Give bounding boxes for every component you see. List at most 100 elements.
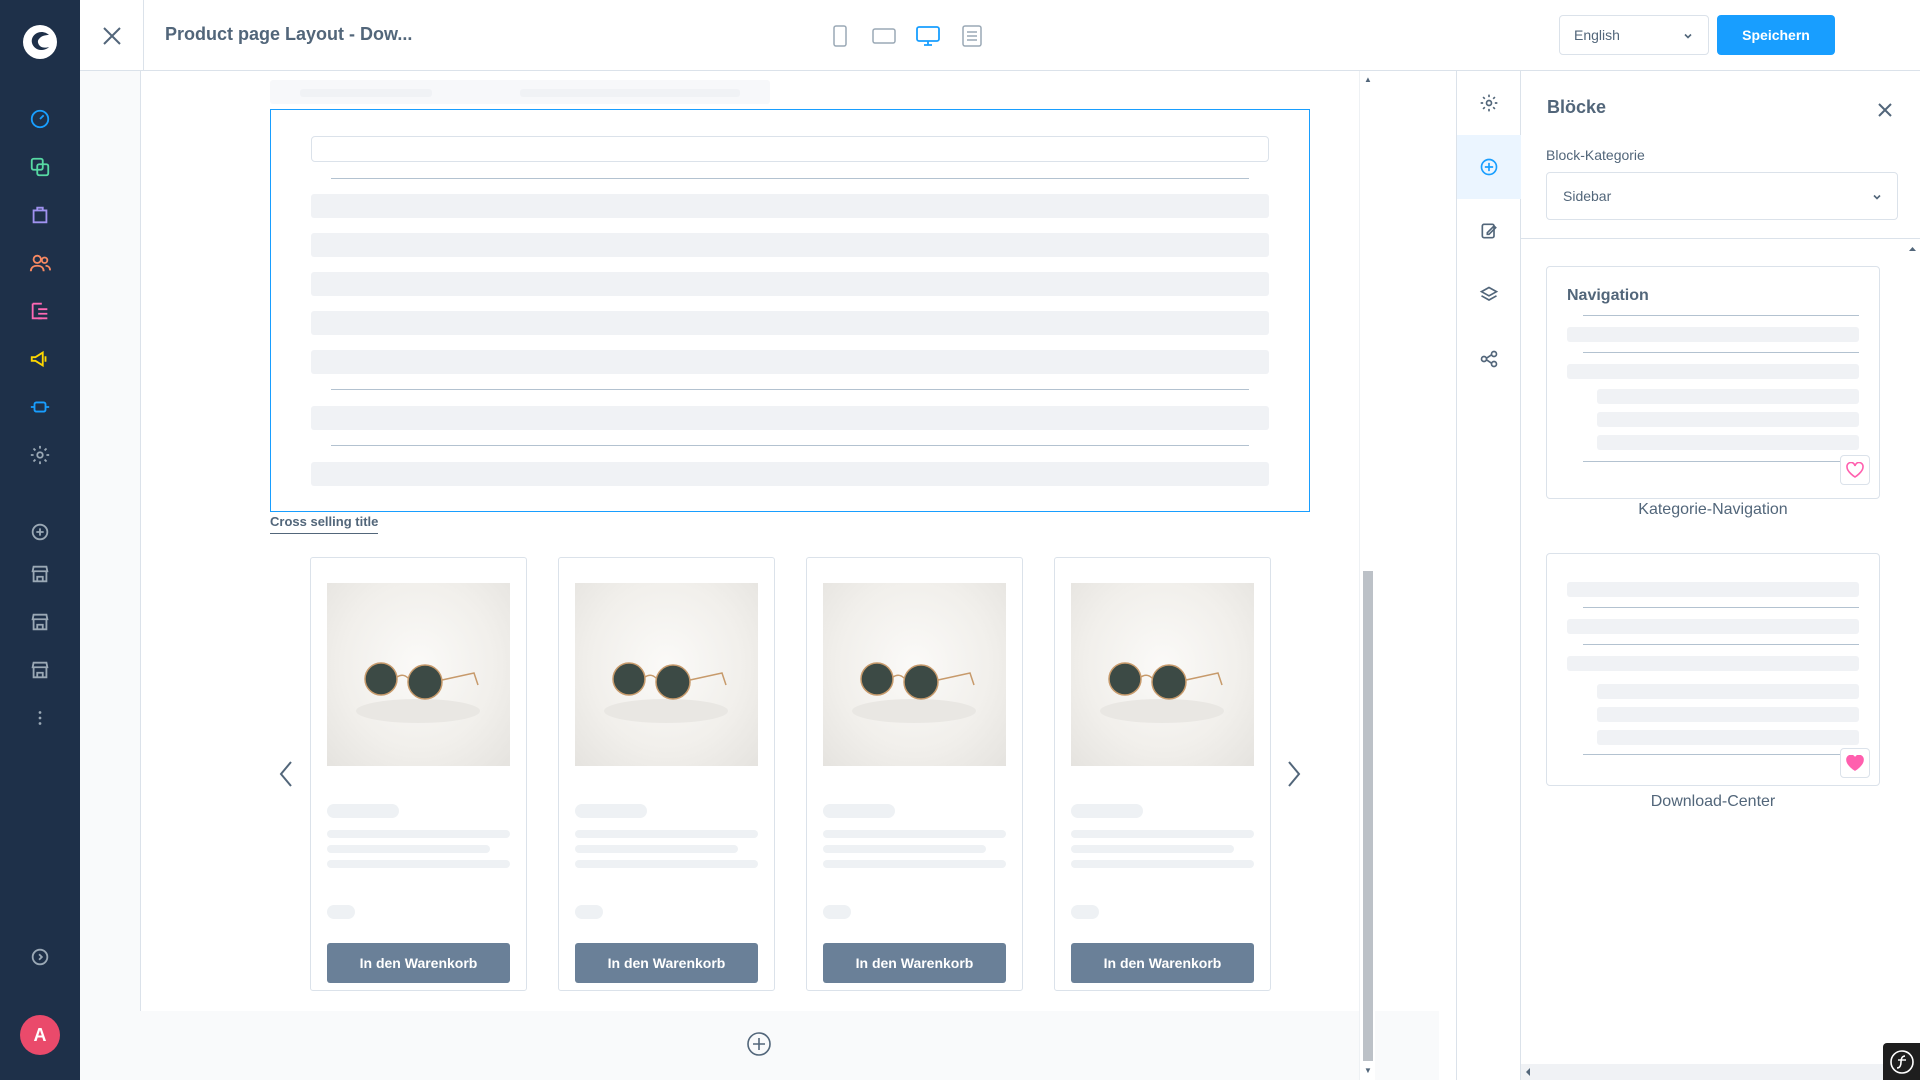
block-category-select[interactable]: Sidebar: [1546, 172, 1898, 220]
content-icon[interactable]: [28, 299, 52, 323]
avatar[interactable]: A: [20, 1015, 60, 1055]
skeleton-row: [1567, 656, 1859, 671]
favorite-button[interactable]: [1840, 455, 1870, 485]
marketing-icon[interactable]: [28, 347, 52, 371]
catalogue-icon[interactable]: [28, 155, 52, 179]
more-icon[interactable]: [28, 706, 52, 730]
blocks-panel: Blöcke Block-Kategorie Sidebar Navigatio…: [1521, 71, 1920, 1080]
product-card: In den Warenkorb: [310, 557, 527, 991]
storefront-icon[interactable]: [28, 562, 52, 586]
sidebar-tabs: [1456, 71, 1521, 1080]
save-button[interactable]: Speichern: [1717, 15, 1835, 55]
block-name: Kategorie-Navigation: [1638, 501, 1788, 518]
cross-selling-title[interactable]: Cross selling title: [270, 514, 379, 534]
share-icon: [1480, 350, 1498, 368]
tab-add-blocks[interactable]: [1457, 135, 1521, 199]
tab-settings[interactable]: [1457, 71, 1521, 135]
product-card: In den Warenkorb: [1054, 557, 1271, 991]
divider: [1583, 754, 1859, 755]
skeleton-row: [1567, 327, 1859, 342]
extensions-icon[interactable]: [28, 395, 52, 419]
heart-filled-icon: [1846, 755, 1864, 771]
skeleton-row: [1597, 730, 1859, 745]
skeleton-line: [823, 860, 1006, 868]
add-section-button[interactable]: [746, 1031, 772, 1057]
close-editor-button[interactable]: [80, 0, 144, 71]
dashboard-icon[interactable]: [28, 107, 52, 131]
preview-title: Navigation: [1567, 287, 1649, 304]
orders-icon[interactable]: [28, 203, 52, 227]
plus-circle-icon: [747, 1032, 771, 1056]
divider: [331, 445, 1249, 446]
placeholder-input: [311, 136, 1269, 162]
divider: [1583, 607, 1859, 608]
form-view-button[interactable]: [958, 22, 986, 50]
settings-icon[interactable]: [28, 443, 52, 467]
tab-edit[interactable]: [1457, 199, 1521, 263]
language-select[interactable]: English: [1559, 15, 1709, 55]
skeleton-line: [823, 845, 986, 853]
symfony-toolbar-icon[interactable]: [1883, 1043, 1920, 1080]
close-panel-button[interactable]: [1876, 101, 1894, 119]
scroll-up-icon[interactable]: ▲: [1364, 75, 1372, 84]
block-preview-category-navigation[interactable]: Navigation: [1546, 266, 1880, 499]
chevron-right-icon: [1288, 761, 1301, 787]
editor-topbar: Product page Layout - Dow... English Spe…: [80, 0, 1920, 71]
add-to-cart-button[interactable]: In den Warenkorb: [575, 943, 758, 983]
skeleton-row: [1567, 364, 1859, 379]
add-sales-channel-icon[interactable]: [28, 520, 52, 544]
block-name: Download-Center: [1650, 793, 1776, 810]
skeleton-price: [575, 905, 603, 919]
category-navigation-block[interactable]: [270, 109, 1310, 512]
divider: [1583, 315, 1859, 316]
divider: [1583, 461, 1859, 462]
divider: [1521, 238, 1920, 239]
desktop-icon: [916, 26, 940, 46]
mobile-view-button[interactable]: [826, 22, 854, 50]
product-card: In den Warenkorb: [806, 557, 1023, 991]
add-block-icon: [1480, 158, 1498, 176]
shopware-logo-icon[interactable]: [20, 22, 60, 62]
skeleton-row: [311, 311, 1269, 335]
skeleton-line: [1071, 830, 1254, 838]
skeleton-line: [575, 830, 758, 838]
edit-icon: [1481, 223, 1497, 239]
skeleton-row: [311, 272, 1269, 296]
add-to-cart-button[interactable]: In den Warenkorb: [327, 943, 510, 983]
scrollbar-thumb[interactable]: [1363, 571, 1373, 1061]
skeleton-title: [823, 804, 895, 818]
skeleton-row: [311, 462, 1269, 486]
heart-outline-icon: [1846, 462, 1864, 478]
block-category-value: Sidebar: [1563, 188, 1612, 204]
ghost-element: [520, 89, 740, 97]
skeleton-title: [1071, 804, 1143, 818]
chevron-down-icon: [1871, 190, 1883, 206]
form-icon: [962, 25, 982, 47]
skeleton-row: [1597, 412, 1859, 427]
skeleton-row: [311, 194, 1269, 218]
tablet-view-button[interactable]: [870, 22, 898, 50]
panel-horizontal-scrollbar[interactable]: [1521, 1064, 1901, 1080]
slider-prev-button[interactable]: [274, 758, 298, 790]
canvas-scrollbar[interactable]: ▲ ▼: [1359, 71, 1375, 1080]
page-title: Product page Layout - Dow...: [165, 24, 413, 44]
tab-layers[interactable]: [1457, 263, 1521, 327]
skeleton-title: [327, 804, 399, 818]
storefront-icon[interactable]: [28, 610, 52, 634]
scroll-down-icon[interactable]: ▼: [1364, 1066, 1372, 1075]
add-to-cart-button[interactable]: In den Warenkorb: [1071, 943, 1254, 983]
add-to-cart-button[interactable]: In den Warenkorb: [823, 943, 1006, 983]
desktop-view-button[interactable]: [914, 22, 942, 50]
favorite-button[interactable]: [1840, 748, 1870, 778]
customers-icon[interactable]: [28, 251, 52, 275]
skeleton-row: [1597, 389, 1859, 404]
storefront-icon[interactable]: [28, 658, 52, 682]
collapse-icon[interactable]: [28, 945, 52, 969]
block-preview-download-center[interactable]: [1546, 553, 1880, 786]
mobile-icon: [833, 25, 847, 47]
product-card: In den Warenkorb: [558, 557, 775, 991]
slider-next-button[interactable]: [1282, 758, 1306, 790]
panel-scrollbar[interactable]: [1905, 241, 1920, 1071]
chevron-down-icon: [1682, 29, 1694, 45]
tab-share[interactable]: [1457, 327, 1521, 391]
